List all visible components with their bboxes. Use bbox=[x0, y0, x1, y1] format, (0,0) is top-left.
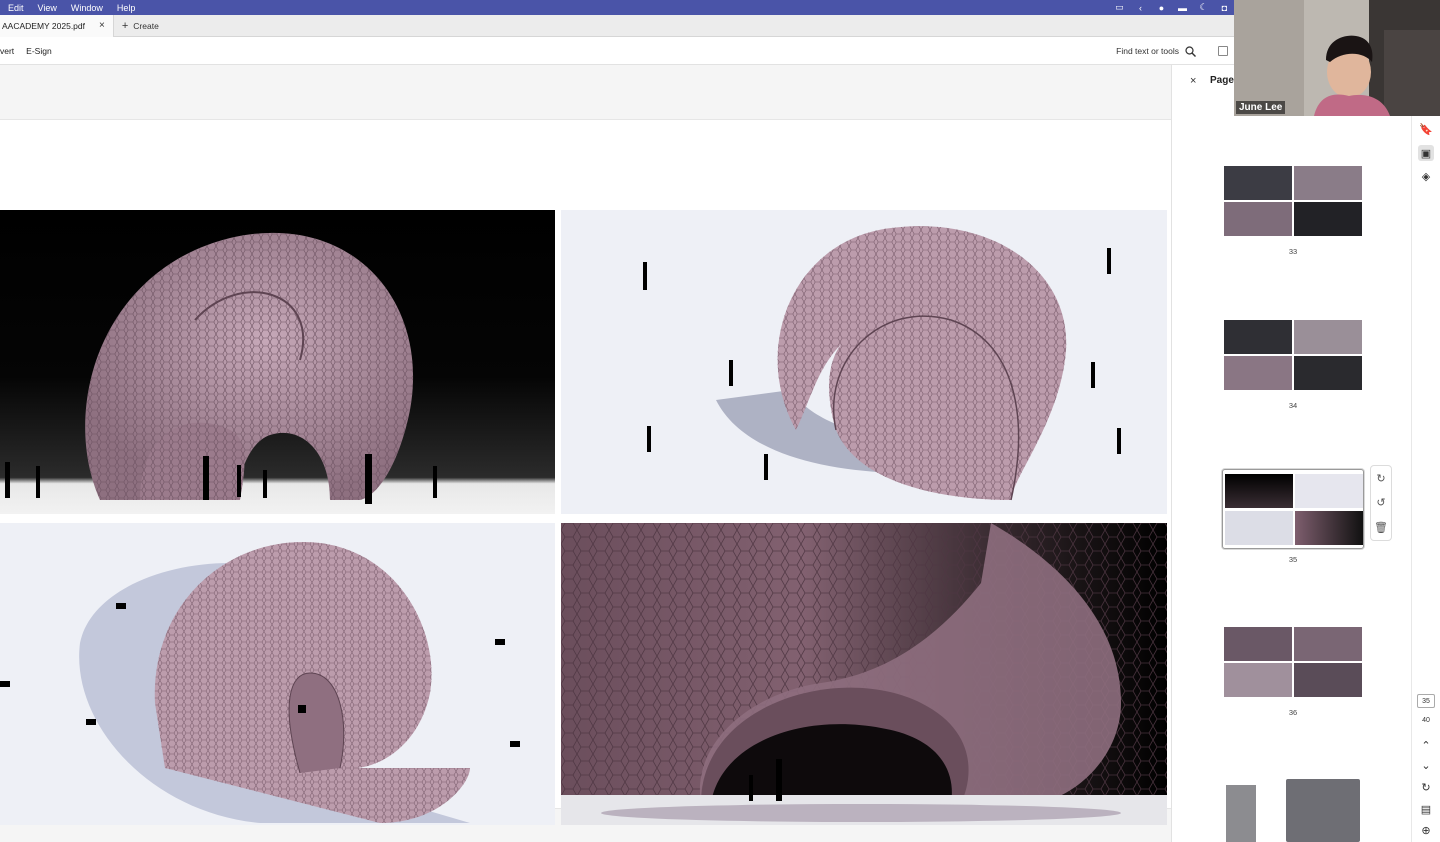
card-icon[interactable]: ▬ bbox=[1177, 3, 1188, 13]
menu-help[interactable]: Help bbox=[117, 3, 136, 13]
page-thumbnail-selected[interactable] bbox=[1222, 469, 1364, 549]
toolbar-esign[interactable]: E-Sign bbox=[26, 46, 52, 56]
page-thumbnail[interactable] bbox=[1224, 166, 1362, 236]
page-thumbnail[interactable] bbox=[1224, 627, 1362, 697]
pages-panel: × Pages 33 34 35 ↻ ↺ 🗑 36 bbox=[1171, 65, 1411, 842]
zoom-in-icon[interactable]: ⊕ bbox=[1418, 822, 1434, 838]
save-icon[interactable] bbox=[1218, 46, 1228, 56]
rotate-clockwise-icon[interactable]: ↻ bbox=[1376, 472, 1385, 485]
bookmark-icon[interactable]: 🔖 bbox=[1418, 121, 1434, 137]
page-number: 35 bbox=[1288, 555, 1298, 564]
tab-document-title: AACADEMY 2025.pdf bbox=[2, 20, 85, 31]
status-icons: ▭ ‹ ● ▬ ☾ ◘ bbox=[1114, 0, 1230, 15]
chevron-left-icon[interactable]: ‹ bbox=[1135, 3, 1146, 13]
render-white-perspective-view bbox=[561, 210, 1167, 514]
render-night-front-view bbox=[0, 210, 555, 514]
page-number: 33 bbox=[1288, 247, 1298, 256]
chevron-down-icon[interactable]: ⌄ bbox=[1418, 757, 1434, 773]
toolbar-convert[interactable]: vert bbox=[0, 46, 14, 56]
tab-document[interactable]: AACADEMY 2025.pdf × bbox=[0, 14, 114, 37]
document-viewport[interactable] bbox=[0, 65, 1177, 842]
user-icon[interactable]: ◘ bbox=[1219, 3, 1230, 13]
page-number: 34 bbox=[1288, 401, 1298, 410]
webcam-name-label: June Lee bbox=[1236, 101, 1286, 114]
tab-strip: AACADEMY 2025.pdf × + Create bbox=[0, 14, 1440, 37]
page-thumbnail[interactable] bbox=[1224, 779, 1362, 842]
top-toolbar: vert E-Sign Find text or tools bbox=[0, 37, 1440, 65]
render-closeup-entrance-view bbox=[561, 523, 1167, 825]
dot-icon[interactable]: ● bbox=[1156, 3, 1167, 13]
plus-icon: + bbox=[121, 19, 129, 32]
chevron-up-icon[interactable]: ⌃ bbox=[1418, 737, 1434, 753]
page-thumbnail[interactable] bbox=[1224, 320, 1362, 390]
menu-edit[interactable]: Edit bbox=[8, 3, 24, 13]
close-tab-icon[interactable]: × bbox=[99, 20, 105, 31]
create-button[interactable]: + Create bbox=[114, 20, 159, 32]
render-top-view bbox=[0, 523, 555, 825]
search-icon bbox=[1185, 45, 1196, 57]
screen-icon[interactable]: ▭ bbox=[1114, 2, 1125, 12]
menu-window[interactable]: Window bbox=[71, 3, 103, 13]
delete-icon[interactable]: 🗑 bbox=[1374, 521, 1388, 534]
webcam-person-image bbox=[1234, 0, 1440, 116]
layers-icon[interactable]: ◈ bbox=[1418, 168, 1434, 184]
total-pages: 40 bbox=[1422, 717, 1430, 724]
menu-view[interactable]: View bbox=[38, 3, 57, 13]
refresh-icon[interactable]: ↻ bbox=[1418, 779, 1434, 795]
right-tool-rail: 🔖 ▣ ◈ 35 40 ⌃ ⌄ ↻ ▤ ⊕ bbox=[1411, 115, 1440, 842]
page-number: 36 bbox=[1288, 708, 1298, 717]
find-tools-label: Find text or tools bbox=[1116, 46, 1179, 56]
pages-icon[interactable]: ▣ bbox=[1418, 145, 1434, 161]
create-label: Create bbox=[133, 20, 159, 31]
current-page-box[interactable]: 35 bbox=[1417, 694, 1435, 708]
webcam-overlay: June Lee bbox=[1234, 0, 1440, 116]
pdf-page bbox=[0, 119, 1171, 825]
thumbnail-tools: ↻ ↺ 🗑 bbox=[1370, 465, 1392, 541]
moon-icon[interactable]: ☾ bbox=[1198, 2, 1209, 12]
page-fit-icon[interactable]: ▤ bbox=[1418, 801, 1434, 817]
find-tools-button[interactable]: Find text or tools bbox=[1116, 37, 1196, 65]
close-panel-icon[interactable]: × bbox=[1190, 75, 1196, 87]
rotate-counterclockwise-icon[interactable]: ↺ bbox=[1376, 496, 1385, 509]
menu-bar: Edit View Window Help ▭ ‹ ● ▬ ☾ ◘ bbox=[0, 0, 1440, 15]
